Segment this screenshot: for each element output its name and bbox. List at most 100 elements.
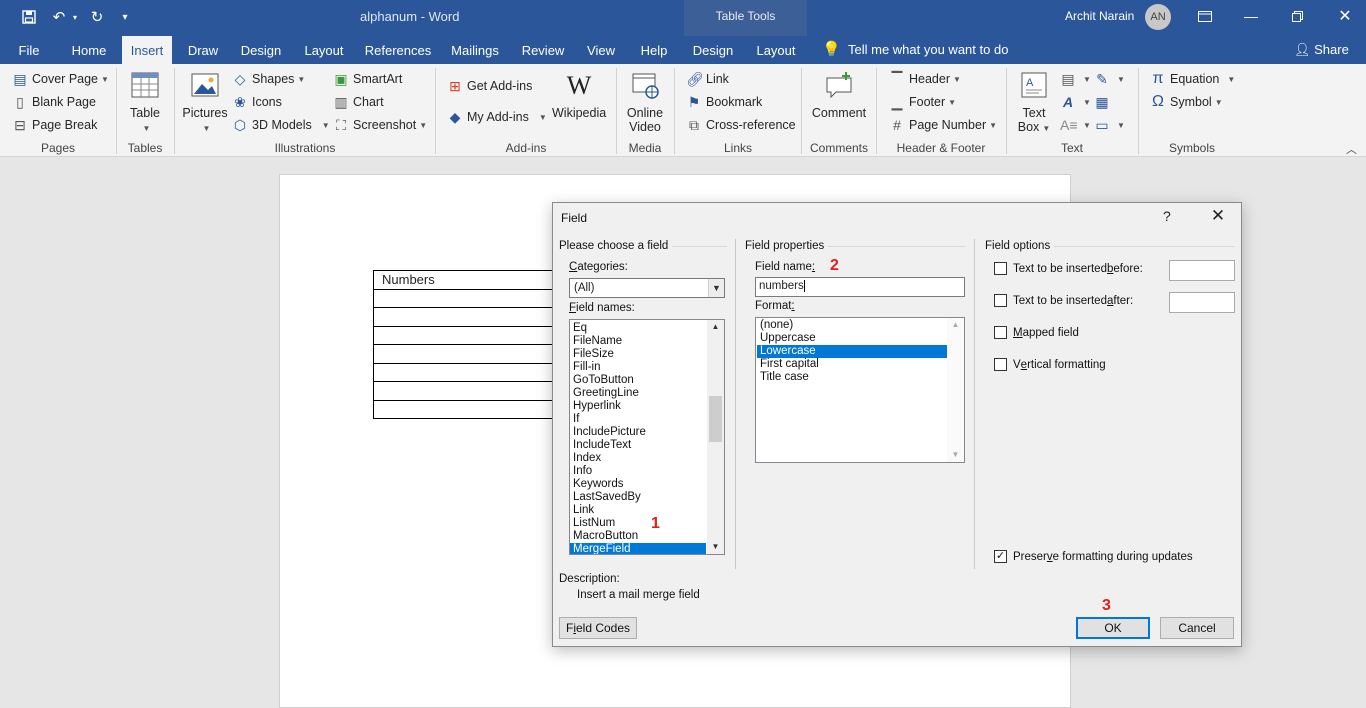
close-icon[interactable]: ✕ bbox=[1206, 206, 1230, 226]
field-list-item[interactable]: IncludeText bbox=[570, 439, 706, 452]
table-row[interactable]: Numbers bbox=[373, 270, 563, 290]
format-list-item[interactable]: Lowercase bbox=[757, 345, 947, 358]
scroll-down-icon[interactable]: ▼ bbox=[707, 540, 724, 554]
tab-view[interactable]: View bbox=[582, 36, 620, 64]
table-cell[interactable] bbox=[373, 344, 563, 364]
text-before-input[interactable] bbox=[1169, 260, 1235, 281]
tab-mailings[interactable]: Mailings bbox=[446, 36, 504, 64]
chevron-down-icon[interactable]: ▼ bbox=[708, 279, 724, 297]
table-cell[interactable] bbox=[373, 362, 563, 382]
field-list-item[interactable]: IncludePicture bbox=[570, 426, 706, 439]
page-number-button[interactable]: # Page Number ▼ bbox=[889, 117, 997, 133]
checkbox-box[interactable] bbox=[994, 294, 1007, 307]
table-row[interactable] bbox=[373, 362, 563, 382]
equation-button[interactable]: π Equation ▼ bbox=[1150, 71, 1235, 87]
field-list-item[interactable]: GreetingLine bbox=[570, 387, 706, 400]
tab-design[interactable]: Design bbox=[236, 36, 286, 64]
field-names-list[interactable]: Eq FileName FileSize Fill-in GoToButton Greet… bbox=[569, 319, 725, 555]
format-list[interactable]: (none) Uppercase Lowercase First capital Tit… bbox=[755, 317, 965, 463]
wordart-button[interactable]: A ▼ bbox=[1060, 94, 1091, 110]
comment-button[interactable]: Comment bbox=[810, 70, 868, 120]
text-after-input[interactable] bbox=[1169, 292, 1235, 313]
format-list-item[interactable]: Title case bbox=[757, 371, 947, 384]
online-video-button[interactable]: Online Video bbox=[622, 70, 668, 134]
tab-insert[interactable]: Insert bbox=[122, 36, 172, 64]
text-box-button[interactable]: A Text Box ▼ bbox=[1012, 70, 1056, 134]
table-button[interactable]: Table ▼ bbox=[122, 70, 168, 134]
field-name-input[interactable]: numbers bbox=[755, 277, 965, 297]
table-row[interactable] bbox=[373, 288, 563, 308]
tab-table-design[interactable]: Design bbox=[688, 36, 738, 64]
check-icon[interactable]: ✓ bbox=[994, 550, 1007, 563]
format-list-item[interactable]: First capital bbox=[757, 358, 947, 371]
text-before-checkbox[interactable]: Text to be inserted b efore: bbox=[994, 262, 1143, 275]
help-icon[interactable]: ? bbox=[1163, 208, 1171, 224]
categories-dropdown[interactable]: (All) ▼ bbox=[569, 278, 725, 298]
tab-draw[interactable]: Draw bbox=[182, 36, 224, 64]
field-list-item[interactable]: MacroButton bbox=[570, 530, 706, 543]
format-list-item[interactable]: Uppercase bbox=[757, 332, 947, 345]
get-add-ins-button[interactable]: ⊞ Get Add-ins bbox=[447, 78, 532, 94]
table-row[interactable] bbox=[373, 399, 563, 419]
checkbox-box[interactable] bbox=[994, 358, 1007, 371]
field-list-item[interactable]: Info bbox=[570, 465, 706, 478]
field-list-item[interactable]: LastSavedBy bbox=[570, 491, 706, 504]
object-button[interactable]: ▭ ▼ bbox=[1094, 117, 1125, 133]
user-name[interactable]: Archit Narain bbox=[1065, 9, 1134, 23]
close-icon[interactable]: ✕ bbox=[1330, 5, 1360, 27]
vertical-formatting-checkbox[interactable]: Ve rtical formatting bbox=[994, 358, 1106, 371]
bookmark-button[interactable]: ⚑ Bookmark bbox=[686, 94, 763, 110]
table-cell[interactable] bbox=[373, 288, 563, 308]
format-list-item[interactable]: (none) bbox=[757, 319, 947, 332]
mapped-field-checkbox[interactable]: Mapped field bbox=[994, 326, 1079, 339]
table-cell[interactable] bbox=[373, 307, 563, 327]
cross-reference-button[interactable]: ⧉ Cross-reference bbox=[686, 117, 796, 133]
field-list-item[interactable]: Index bbox=[570, 452, 706, 465]
tab-home[interactable]: Home bbox=[64, 36, 114, 64]
chart-button[interactable]: ▥ Chart bbox=[333, 94, 383, 110]
field-codes-button[interactable]: Fi eld Codes bbox=[559, 617, 637, 639]
cancel-button[interactable]: Cancel bbox=[1160, 617, 1234, 639]
minimize-icon[interactable]: — bbox=[1236, 5, 1266, 27]
tab-review[interactable]: Review bbox=[518, 36, 568, 64]
restore-icon[interactable] bbox=[1282, 5, 1312, 27]
scroll-thumb[interactable] bbox=[709, 396, 722, 442]
field-list-item[interactable]: Keywords bbox=[570, 478, 706, 491]
field-list-item[interactable]: MergeField bbox=[570, 543, 706, 554]
undo-dropdown-icon[interactable]: ▾ bbox=[70, 6, 80, 28]
wikipedia-button[interactable]: W Wikipedia bbox=[552, 70, 606, 120]
document-table[interactable]: Numbers bbox=[373, 270, 563, 419]
smartart-button[interactable]: ▣ SmartArt bbox=[333, 71, 402, 87]
field-list-item[interactable]: If bbox=[570, 413, 706, 426]
tab-help[interactable]: Help bbox=[634, 36, 674, 64]
ribbon-display-icon[interactable] bbox=[1190, 5, 1220, 27]
scroll-down-icon[interactable]: ▼ bbox=[947, 448, 964, 462]
share-button[interactable]: 👤︎ Share bbox=[1294, 42, 1349, 58]
field-list-item[interactable]: FileName bbox=[570, 335, 706, 348]
my-add-ins-button[interactable]: ◆ My Add-ins ▼ bbox=[447, 109, 547, 125]
shapes-button[interactable]: ◇ Shapes ▼ bbox=[232, 71, 306, 87]
date-time-button[interactable]: ▦ bbox=[1094, 94, 1114, 110]
scroll-up-icon[interactable]: ▲ bbox=[947, 318, 964, 332]
table-header-cell[interactable]: Numbers bbox=[373, 270, 563, 290]
table-cell[interactable] bbox=[373, 325, 563, 345]
redo-icon[interactable]: ↻ bbox=[86, 6, 108, 28]
save-icon[interactable] bbox=[18, 6, 40, 28]
field-list-item[interactable]: Hyperlink bbox=[570, 400, 706, 413]
undo-icon[interactable]: ↶ bbox=[48, 6, 70, 28]
pictures-button[interactable]: Pictures ▼ bbox=[182, 70, 228, 134]
field-list-scrollbar[interactable]: ▲ ▼ bbox=[707, 320, 724, 554]
customize-qat-icon[interactable]: ▾ bbox=[117, 6, 133, 28]
table-cell[interactable] bbox=[373, 381, 563, 401]
tab-table-layout[interactable]: Layout bbox=[750, 36, 802, 64]
footer-button[interactable]: ▁ Footer ▼ bbox=[889, 94, 956, 110]
scroll-up-icon[interactable]: ▲ bbox=[707, 320, 724, 334]
tab-references[interactable]: References bbox=[362, 36, 434, 64]
page-break-button[interactable]: ⊟ Page Break bbox=[12, 117, 97, 133]
quick-parts-button[interactable]: ▤ ▼ bbox=[1060, 71, 1091, 87]
signature-line-button[interactable]: ✎ ▼ bbox=[1094, 71, 1125, 87]
field-list-item[interactable]: Link bbox=[570, 504, 706, 517]
header-button[interactable]: ▔ Header ▼ bbox=[889, 71, 961, 87]
link-button[interactable]: 🔗︎ Link bbox=[686, 71, 729, 87]
screenshot-button[interactable]: ⛶ Screenshot ▼ bbox=[333, 117, 427, 133]
